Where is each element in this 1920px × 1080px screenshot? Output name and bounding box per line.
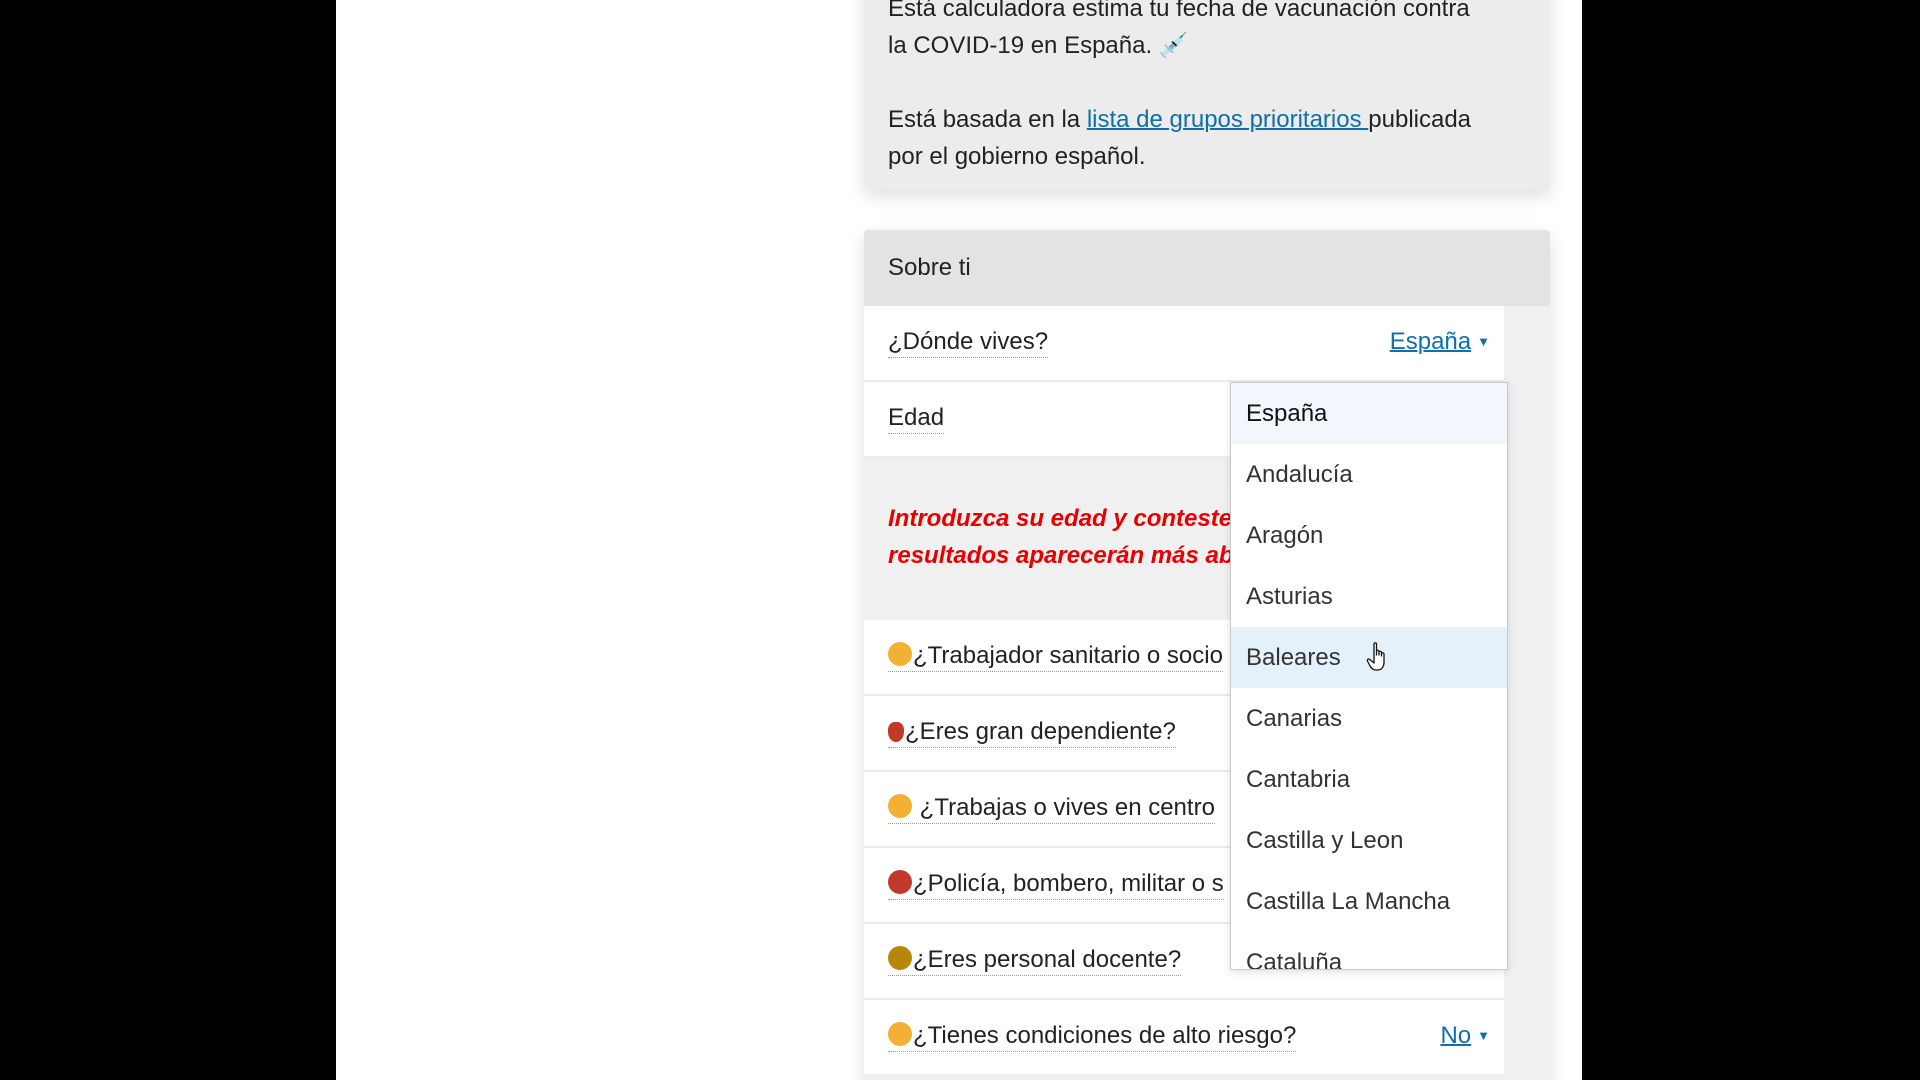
location-dropdown[interactable]: España Andalucía Aragón Asturias Baleare… xyxy=(1230,382,1508,970)
intro-line2: la COVID-19 en España. 💉 xyxy=(888,32,1189,59)
dropdown-option[interactable]: España xyxy=(1231,383,1507,444)
intro-text: Está calculadora estima tu fecha de vacu… xyxy=(888,0,1528,175)
question-label: ¿Trabajador sanitario o socio xyxy=(888,642,1223,672)
dropdown-option[interactable]: Castilla La Mancha xyxy=(1231,871,1507,932)
intro-p2-after: publicada xyxy=(1368,106,1472,133)
page: Está calculadora estima tu fecha de vacu… xyxy=(336,0,1582,1080)
dropdown-option[interactable]: Aragón xyxy=(1231,505,1507,566)
face-with-thermometer-emoji xyxy=(888,1022,912,1046)
police-officer-emoji xyxy=(888,870,912,894)
older-person-emoji xyxy=(888,794,912,818)
dropdown-option[interactable]: Andalucía xyxy=(1231,444,1507,505)
question-text: ¿Trabajas o vives en centro xyxy=(913,794,1215,821)
intro-p2-before: Está basada en la xyxy=(888,106,1087,133)
teacher-emoji xyxy=(888,946,912,970)
error-line2: resultados aparecerán más ab xyxy=(888,542,1234,569)
question-label: ¿Policía, bombero, militar o s xyxy=(888,870,1224,900)
health-worker-emoji xyxy=(888,642,912,666)
dropdown-option[interactable]: Cantabria xyxy=(1231,749,1507,810)
intro-p2-line2: por el gobierno español. xyxy=(888,143,1146,170)
intro-line1: Está calculadora estima tu fecha de vacu… xyxy=(888,0,1470,22)
location-value: España xyxy=(1389,328,1472,355)
dropdown-option[interactable]: Cataluña xyxy=(1231,932,1507,969)
question-text: ¿Eres gran dependiente? xyxy=(905,718,1176,745)
question-text: ¿Tienes condiciones de alto riesgo? xyxy=(913,1022,1297,1049)
high-risk-select[interactable]: No ▼ xyxy=(1440,1022,1490,1050)
dropdown-option[interactable]: Castilla y Leon xyxy=(1231,810,1507,871)
age-label: Edad xyxy=(888,404,945,434)
location-row: ¿Dónde vives? España ▼ xyxy=(864,306,1504,382)
caret-down-icon: ▼ xyxy=(1477,334,1490,349)
question-label: ¿Eres gran dependiente? xyxy=(888,718,1176,748)
dropdown-option[interactable]: Asturias xyxy=(1231,566,1507,627)
location-label: ¿Dónde vives? xyxy=(888,328,1049,358)
question-label: ¿Tienes condiciones de alto riesgo? xyxy=(888,1022,1297,1052)
question-text: ¿Trabajador sanitario o socio xyxy=(913,642,1223,669)
question-label: ¿Trabajas o vives en centro xyxy=(888,794,1215,824)
location-select[interactable]: España ▼ xyxy=(1390,328,1490,356)
priority-groups-link[interactable]: lista de grupos prioritarios xyxy=(1087,106,1368,133)
caret-down-icon: ▼ xyxy=(1477,1028,1490,1043)
question-label: ¿Eres personal docente? xyxy=(888,946,1182,976)
question-row-high-risk: ¿Tienes condiciones de alto riesgo? No ▼ xyxy=(864,1000,1504,1076)
person-in-wheelchair-emoji xyxy=(888,722,904,742)
card-header-title: Sobre ti xyxy=(888,254,971,281)
card-header: Sobre ti xyxy=(864,230,1550,306)
answer-value: No xyxy=(1440,1022,1472,1049)
error-line1: Introduzca su edad y conteste xyxy=(888,505,1233,532)
question-text: ¿Eres personal docente? xyxy=(913,946,1182,973)
hand-pointer-icon xyxy=(1366,642,1385,671)
question-text: ¿Policía, bombero, militar o s xyxy=(913,870,1224,897)
intro-card: Está calculadora estima tu fecha de vacu… xyxy=(864,0,1550,190)
dropdown-option[interactable]: Canarias xyxy=(1231,688,1507,749)
